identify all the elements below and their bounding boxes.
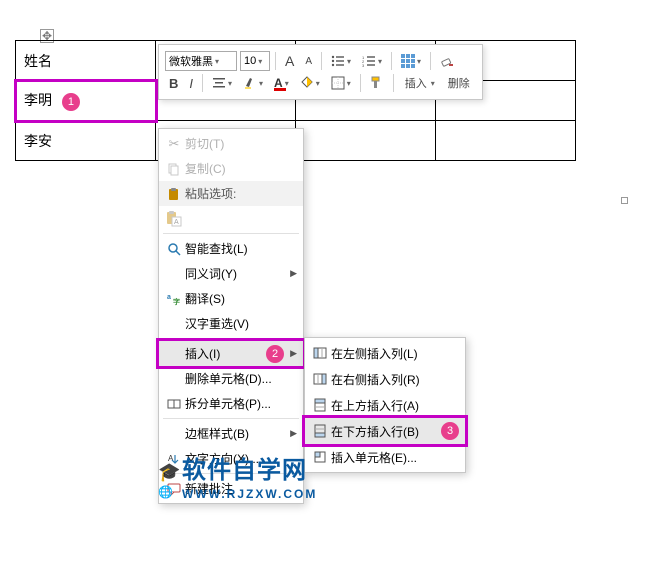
bullets-button[interactable]	[327, 53, 355, 69]
numbering-button[interactable]: 123	[358, 53, 386, 69]
shrink-font-button[interactable]: A	[301, 54, 316, 69]
callout-badge-3: 3	[441, 422, 459, 440]
separator	[163, 233, 299, 234]
ctx-hanzi[interactable]: 汉字重选(V)	[159, 311, 303, 336]
borders-button[interactable]	[327, 74, 355, 92]
cell[interactable]	[436, 121, 576, 161]
cell-header-name[interactable]: 姓名	[16, 41, 156, 81]
separator	[430, 52, 431, 70]
separator	[393, 74, 394, 92]
eraser-icon[interactable]	[436, 52, 458, 70]
svg-text:A: A	[174, 219, 179, 226]
sub-col-left[interactable]: 在左侧插入列(L)	[305, 340, 465, 366]
table-grid-button[interactable]	[397, 52, 425, 70]
separator	[202, 74, 203, 92]
context-menu: ✂ 剪切(T) 复制(C) 粘贴选项: A 智能查找(L) 同义词(Y) ▶ a…	[158, 128, 304, 504]
shading-button[interactable]	[296, 74, 324, 92]
format-painter-button[interactable]	[366, 74, 388, 92]
ctx-cut[interactable]: ✂ 剪切(T)	[159, 131, 303, 156]
globe-icon: 🌐	[158, 485, 178, 505]
cell-text: 李明	[24, 92, 52, 108]
table-delete-group[interactable]: 删除	[442, 73, 476, 93]
separator	[275, 52, 276, 70]
graduation-cap-icon: 🎓	[158, 462, 178, 482]
watermark: 🎓软件自学网 🌐WWW.RJZXW.COM	[158, 450, 317, 505]
ctx-paste-options-header: 粘贴选项:	[159, 181, 303, 206]
bold-button[interactable]: B	[165, 74, 182, 93]
ctx-delete-cell[interactable]: 删除单元格(D)...	[159, 366, 303, 391]
ctx-split-cell[interactable]: 拆分单元格(P)...	[159, 391, 303, 416]
insert-col-right-icon	[309, 372, 331, 386]
ctx-paste-default[interactable]: A	[159, 206, 303, 231]
insert-row-below-icon	[309, 424, 331, 438]
align-button[interactable]	[208, 75, 236, 91]
chevron-right-icon: ▶	[290, 268, 297, 279]
search-icon	[163, 242, 185, 256]
cell[interactable]	[296, 121, 436, 161]
delete-label: 删除	[446, 75, 472, 91]
sub-row-above[interactable]: 在上方插入行(A)	[305, 392, 465, 418]
sub-row-below[interactable]: 在下方插入行(B) 3	[305, 418, 465, 444]
italic-button[interactable]: I	[185, 74, 197, 93]
separator	[391, 52, 392, 70]
translate-icon: a字	[163, 292, 185, 306]
separator	[163, 338, 299, 339]
table-resize-handle[interactable]	[621, 197, 628, 204]
font-color-button[interactable]: A	[270, 74, 293, 92]
cell-selected-liming[interactable]: 李明 1	[16, 81, 156, 121]
insert-label: 插入	[403, 75, 429, 91]
chevron-right-icon: ▶	[290, 428, 297, 439]
separator	[163, 418, 299, 419]
callout-badge-1: 1	[62, 93, 80, 111]
sub-insert-cell[interactable]: 插入单元格(E)...	[305, 444, 465, 470]
chevron-right-icon: ▶	[290, 348, 297, 359]
copy-icon	[163, 162, 185, 176]
font-size-select[interactable]: 10	[240, 51, 270, 71]
ctx-synonyms[interactable]: 同义词(Y) ▶	[159, 261, 303, 286]
insert-submenu: 在左侧插入列(L) 在右侧插入列(R) 在上方插入行(A) 在下方插入行(B) …	[304, 337, 466, 473]
ctx-border-style[interactable]: 边框样式(B) ▶	[159, 421, 303, 446]
separator	[360, 74, 361, 92]
svg-text:字: 字	[173, 297, 180, 306]
ctx-copy[interactable]: 复制(C)	[159, 156, 303, 181]
watermark-title: 🎓软件自学网	[158, 450, 317, 485]
grow-font-button[interactable]: A	[281, 51, 298, 71]
separator	[321, 52, 322, 70]
callout-badge-2: 2	[266, 345, 284, 363]
insert-col-left-icon	[309, 346, 331, 360]
font-name-select[interactable]: 微软雅黑	[165, 51, 237, 71]
ctx-translate[interactable]: a字 翻译(S)	[159, 286, 303, 311]
watermark-url: 🌐WWW.RJZXW.COM	[158, 485, 317, 505]
paste-icon	[163, 187, 185, 201]
sub-col-right[interactable]: 在右侧插入列(R)	[305, 366, 465, 392]
table-insert-group[interactable]: 插入	[399, 73, 439, 93]
mini-toolbar: 微软雅黑 10 A A 123 B I A	[158, 44, 483, 100]
scissors-icon: ✂	[163, 136, 185, 152]
svg-text:a: a	[167, 294, 171, 301]
paste-a-icon: A	[163, 211, 185, 227]
cell-lian[interactable]: 李安	[16, 121, 156, 161]
split-cell-icon	[163, 397, 185, 411]
svg-text:3: 3	[362, 63, 365, 67]
ctx-insert[interactable]: 插入(I) 2 ▶	[159, 341, 303, 366]
highlight-button[interactable]	[239, 74, 267, 92]
insert-row-above-icon	[309, 398, 331, 412]
ctx-smart-lookup[interactable]: 智能查找(L)	[159, 236, 303, 261]
